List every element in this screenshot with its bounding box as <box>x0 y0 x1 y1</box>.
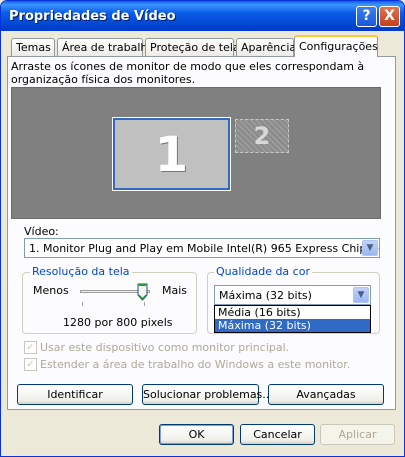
color-option-highest[interactable]: Máxima (32 bits) <box>215 319 370 332</box>
monitor-1-icon[interactable]: 1 <box>112 117 231 191</box>
resolution-group-title: Resolução da tela <box>30 265 132 278</box>
resolution-slider-thumb[interactable] <box>137 283 148 301</box>
monitor-1-label: 1 <box>154 127 189 183</box>
monitor-2-label: 2 <box>253 122 271 150</box>
resolution-less-label: Menos <box>33 284 69 297</box>
tab-temas[interactable]: Temas <box>11 38 55 56</box>
chevron-down-icon[interactable]: ▼ <box>353 287 369 303</box>
tab-protecao-de-tela[interactable]: Proteção de tela <box>145 38 240 56</box>
identify-button[interactable]: Identificar <box>17 384 133 405</box>
ok-button[interactable]: OK <box>159 424 234 445</box>
resolution-more-label: Mais <box>162 284 188 297</box>
primary-monitor-label: Usar este dispositivo como monitor princ… <box>40 341 290 354</box>
monitor-2-icon[interactable]: 2 <box>235 119 289 153</box>
color-option-medium[interactable]: Média (16 bits) <box>215 306 370 319</box>
color-quality-dropdown-list: Média (16 bits) Máxima (32 bits) <box>214 305 371 333</box>
troubleshoot-button[interactable]: Solucionar problemas... <box>142 384 273 405</box>
color-quality-group-title: Qualidade da cor <box>214 265 312 278</box>
window-title: Propriedades de Vídeo <box>9 9 176 24</box>
tab-area-de-trabalho[interactable]: Área de trabalho <box>57 38 154 56</box>
extend-desktop-label: Estender a área de trabalho do Windows a… <box>40 358 351 371</box>
help-button[interactable]: ? <box>356 6 377 27</box>
advanced-button[interactable]: Avançadas <box>268 384 384 405</box>
cancel-button[interactable]: Cancelar <box>240 424 315 445</box>
close-button[interactable]: X <box>379 6 400 27</box>
tab-aparencia[interactable]: Aparência <box>236 38 296 56</box>
color-quality-value: Máxima (32 bits) <box>219 289 312 302</box>
extend-desktop-checkbox[interactable]: ✓ <box>24 358 37 371</box>
video-device-value: 1. Monitor Plug and Play em Mobile Intel… <box>29 242 380 255</box>
resolution-value: 1280 por 800 pixels <box>63 316 173 329</box>
primary-monitor-checkbox[interactable]: ✓ <box>24 341 37 354</box>
video-device-select[interactable]: 1. Monitor Plug and Play em Mobile Intel… <box>24 238 380 258</box>
video-label: Vídeo: <box>24 225 59 238</box>
chevron-down-icon[interactable]: ▼ <box>362 240 378 256</box>
slider-tick <box>144 302 145 306</box>
monitor-arrangement-description: Arraste os ícones de monitor de modo que… <box>11 60 365 86</box>
color-quality-select[interactable]: Máxima (32 bits) ▼ <box>214 285 371 305</box>
apply-button[interactable]: Aplicar <box>320 424 395 445</box>
slider-tick <box>82 302 83 306</box>
title-bar[interactable]: Propriedades de Vídeo ? X <box>1 1 404 31</box>
tab-configuracoes[interactable]: Configurações <box>294 35 378 57</box>
